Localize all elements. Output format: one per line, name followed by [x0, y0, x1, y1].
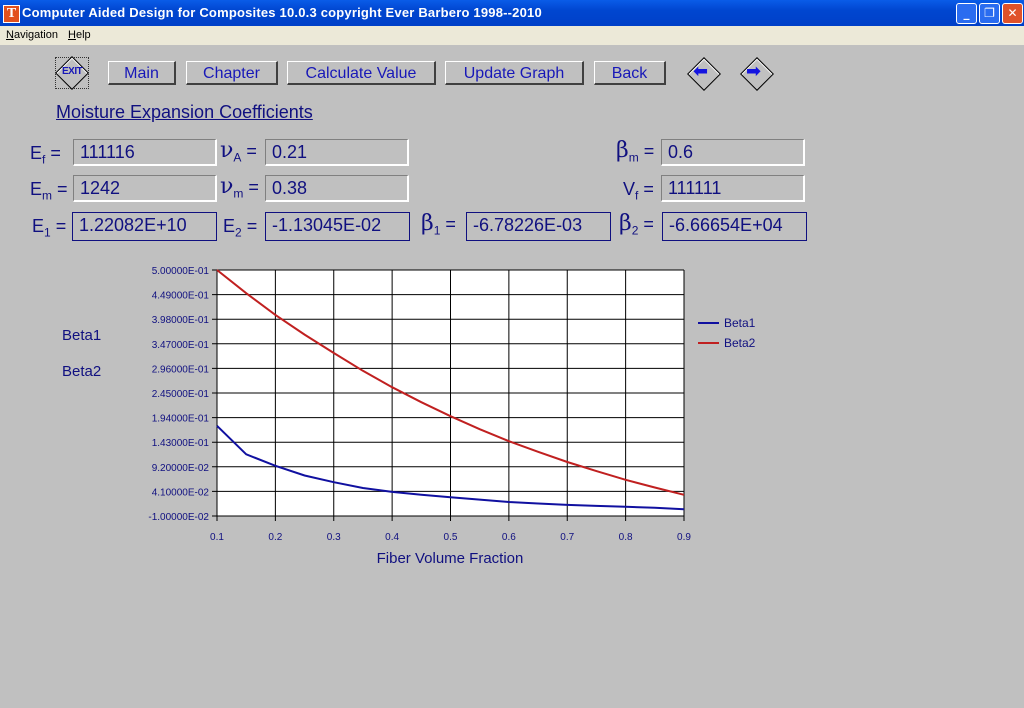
nua-label: νA = — [220, 138, 257, 165]
minimize-button[interactable]: _ — [956, 3, 977, 24]
y-tick-label: 4.49000E-01 — [152, 291, 210, 302]
betam-label: βm = — [616, 138, 655, 165]
legend-label-beta1: Beta1 — [724, 316, 756, 330]
num-input[interactable]: 0.38 — [265, 175, 409, 202]
x-tick-label: 0.5 — [444, 532, 458, 543]
e1-label: E1 = — [32, 216, 67, 240]
series-line-beta2 — [216, 269, 685, 496]
menu-accel: N — [6, 29, 14, 41]
menu-label: elp — [75, 29, 91, 41]
plot-area — [217, 270, 684, 516]
page-title: Moisture Expansion Coefficients — [56, 102, 313, 122]
calculate-value-button[interactable]: Calculate Value — [287, 61, 436, 85]
ef-input[interactable]: 111116 — [73, 139, 217, 166]
close-button[interactable]: ✕ — [1002, 3, 1023, 24]
menu-accel: H — [68, 29, 76, 41]
right-arrow-icon: ➡ — [746, 61, 762, 82]
em-input[interactable]: 1242 — [73, 175, 217, 202]
vf-input[interactable]: 111111 — [661, 175, 805, 202]
y-tick-label: 1.94000E-01 — [152, 414, 210, 425]
e2-output: -1.13045E-02 — [265, 212, 410, 241]
x-tick-label: 0.7 — [560, 532, 574, 543]
side-label-beta1: Beta1 — [62, 327, 102, 344]
legend-label-beta2: Beta2 — [724, 336, 756, 350]
title-bar: T Computer Aided Design for Composites 1… — [0, 0, 1024, 26]
menu-navigation[interactable]: Navigation — [6, 29, 58, 41]
y-tick-label: 1.43000E-01 — [152, 438, 210, 449]
em-label: Em = — [30, 179, 68, 203]
nua-input[interactable]: 0.21 — [265, 139, 409, 166]
menu-bar: Navigation Help — [0, 26, 1024, 45]
side-label-beta2: Beta2 — [62, 363, 102, 380]
app-icon: T — [3, 5, 20, 23]
y-tick-label: -1.00000E-02 — [148, 512, 209, 523]
x-tick-label: 0.4 — [385, 532, 399, 543]
x-tick-label: 0.6 — [502, 532, 516, 543]
y-tick-label: 4.10000E-02 — [152, 487, 210, 498]
y-tick-label: 3.47000E-01 — [152, 340, 210, 351]
left-arrow-icon: ⬅ — [693, 61, 709, 82]
x-tick-label: 0.9 — [677, 532, 691, 543]
e2-label: E2 = — [223, 216, 258, 240]
beta2-label: β2 = — [619, 211, 654, 238]
x-tick-label: 0.8 — [619, 532, 633, 543]
back-button[interactable]: Back — [594, 61, 666, 85]
vf-label: Vf = — [623, 179, 654, 203]
betam-input[interactable]: 0.6 — [661, 139, 805, 166]
update-graph-button[interactable]: Update Graph — [445, 61, 584, 85]
y-tick-label: 2.45000E-01 — [152, 389, 210, 400]
series-line-beta1 — [216, 425, 685, 511]
x-tick-label: 0.3 — [327, 532, 341, 543]
menu-help[interactable]: Help — [68, 29, 91, 41]
e1-output: 1.22082E+10 — [72, 212, 217, 241]
restore-button[interactable]: ❐ — [979, 3, 1000, 24]
main-button[interactable]: Main — [108, 61, 176, 85]
window-title: Computer Aided Design for Composites 10.… — [22, 5, 542, 20]
beta1-label: β1 = — [421, 211, 456, 238]
x-tick-label: 0.1 — [210, 532, 224, 543]
ef-label: Ef = — [30, 143, 61, 167]
y-tick-label: 2.96000E-01 — [152, 364, 210, 375]
num-label: νm = — [220, 174, 259, 201]
y-tick-label: 9.20000E-02 — [152, 463, 210, 474]
beta2-output: -6.66654E+04 — [662, 212, 807, 241]
menu-label: avigation — [13, 29, 58, 41]
y-tick-label: 5.00000E-01 — [152, 266, 210, 277]
y-tick-label: 3.98000E-01 — [152, 315, 210, 326]
chapter-button[interactable]: Chapter — [186, 61, 278, 85]
x-tick-label: 0.2 — [268, 532, 282, 543]
beta1-output: -6.78226E-03 — [466, 212, 611, 241]
x-axis-label: Fiber Volume Fraction — [377, 550, 524, 567]
exit-label: EXIT — [62, 66, 83, 77]
